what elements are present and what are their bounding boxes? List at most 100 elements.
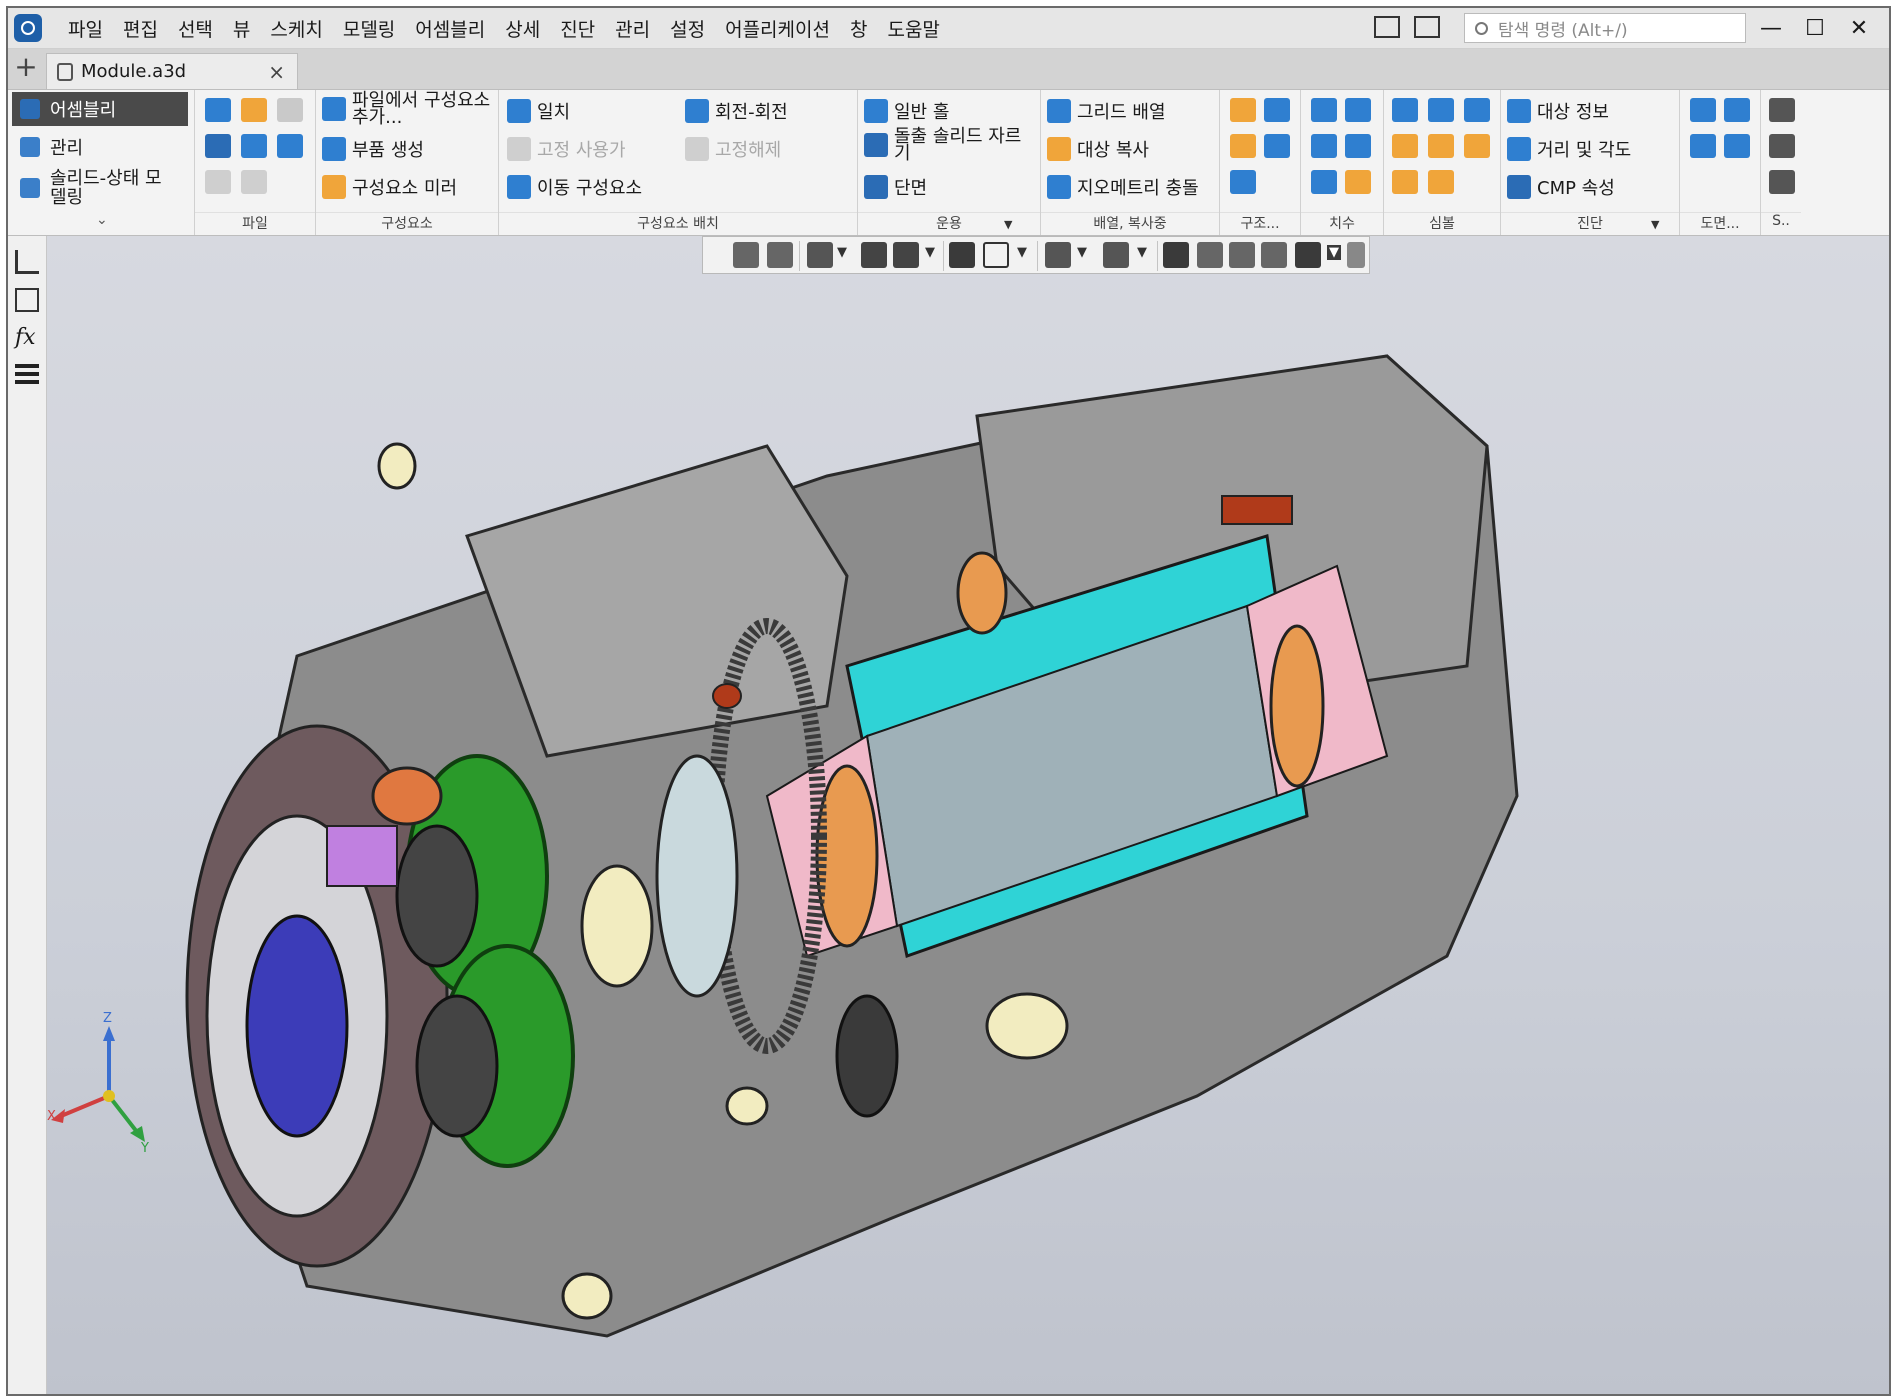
unfix-button[interactable]: 고정해제	[685, 136, 781, 162]
structure-tool-3-icon[interactable]	[1230, 134, 1256, 158]
coincide-button[interactable]: 일치	[507, 98, 570, 124]
symbol-tool-4-icon[interactable]	[1392, 134, 1418, 158]
document-tab[interactable]: Module.a3d ×	[46, 53, 298, 89]
close-button[interactable]: ✕	[1837, 16, 1881, 41]
cmp-properties-icon	[1507, 175, 1531, 199]
copy-object-icon	[1047, 137, 1071, 161]
layout-window-icon[interactable]	[1374, 16, 1400, 38]
open-folder-icon[interactable]	[241, 98, 267, 122]
symbol-tool-2-icon[interactable]	[1428, 98, 1454, 122]
new-tab-button[interactable]: +	[12, 53, 40, 82]
add-component-from-file[interactable]: 파일에서 구성요소 추가...	[322, 92, 494, 127]
fix-use-button[interactable]: 고정 사용가	[507, 136, 626, 162]
dimension-tool-4-icon[interactable]	[1345, 134, 1371, 158]
menu-view[interactable]: 뷰	[223, 15, 260, 42]
drawing-tool-2-icon[interactable]	[1724, 98, 1750, 122]
move-component-button[interactable]: 이동 구성요소	[507, 174, 642, 200]
dimension-tool-1-icon[interactable]	[1311, 98, 1337, 122]
grid-array-button[interactable]: 그리드 배열	[1047, 98, 1166, 124]
dimension-tool-2-icon[interactable]	[1345, 98, 1371, 122]
spec-tool-2-icon[interactable]	[1769, 134, 1795, 158]
axis-x-label: X	[47, 1109, 56, 1124]
structure-tool-1-icon[interactable]	[1230, 98, 1256, 122]
menu-file[interactable]: 파일	[58, 15, 113, 42]
new-document-icon[interactable]	[205, 98, 231, 122]
group-s-label: S..	[1761, 212, 1801, 235]
command-search-box[interactable]: 탐색 명령 (Alt+/)	[1464, 13, 1746, 43]
model-viewport[interactable]: ▼ ▼ ▼ ▼ ▼ ▼ Z X Y	[47, 236, 1889, 1394]
group-symbol-label: 심볼	[1384, 212, 1500, 235]
menu-window[interactable]: 창	[840, 15, 877, 42]
symbol-tool-5-icon[interactable]	[1428, 134, 1454, 158]
save-as-icon[interactable]	[277, 134, 303, 158]
mode-solid-modeling[interactable]: 솔리드-상태 모델링	[12, 166, 188, 210]
preview-icon[interactable]	[241, 134, 267, 158]
drawing-tool-3-icon[interactable]	[1690, 134, 1716, 158]
print-icon[interactable]	[205, 134, 231, 158]
coincide-icon	[507, 99, 531, 123]
extrude-cut-icon	[864, 133, 888, 157]
app-logo-icon[interactable]	[14, 14, 42, 42]
menu-edit[interactable]: 편집	[113, 15, 168, 42]
undo-icon[interactable]	[205, 170, 231, 194]
dimension-tool-6-icon[interactable]	[1345, 170, 1371, 194]
mirror-icon	[322, 175, 346, 199]
group-symbol: 심볼	[1384, 90, 1501, 235]
model-tree-icon[interactable]	[15, 250, 39, 274]
symbol-tool-6-icon[interactable]	[1464, 134, 1490, 158]
mode-manage[interactable]: 관리	[12, 130, 188, 164]
variables-fx-icon[interactable]: fx	[15, 326, 39, 350]
drawing-tool-4-icon[interactable]	[1724, 134, 1750, 158]
structure-tool-2-icon[interactable]	[1264, 98, 1290, 122]
cmp-properties-button[interactable]: CMP 속성	[1507, 174, 1615, 200]
maximize-button[interactable]: ☐	[1793, 16, 1837, 41]
simple-hole-button[interactable]: 일반 홀	[864, 98, 949, 124]
group-file-label: 파일	[195, 212, 315, 235]
close-tab-button[interactable]: ×	[268, 60, 285, 84]
menu-diagnostics[interactable]: 진단	[550, 15, 605, 42]
spec-tool-3-icon[interactable]	[1769, 170, 1795, 194]
symbol-tool-3-icon[interactable]	[1464, 98, 1490, 122]
menu-sketch[interactable]: 스케치	[260, 15, 332, 42]
rotate-icon	[685, 99, 709, 123]
properties-list-icon[interactable]	[15, 288, 39, 312]
structure-tool-5-icon[interactable]	[1230, 170, 1256, 194]
menu-select[interactable]: 선택	[168, 15, 223, 42]
menu-lines-icon[interactable]	[15, 364, 39, 388]
document-tab-strip: + Module.a3d ×	[8, 49, 1889, 90]
menu-manage[interactable]: 관리	[605, 15, 660, 42]
settings-window-icon[interactable]	[1414, 16, 1440, 38]
menu-applications[interactable]: 어플리케이션	[715, 15, 840, 42]
minimize-button[interactable]: —	[1749, 16, 1793, 41]
menu-help[interactable]: 도움말	[877, 15, 949, 42]
collision-icon	[1047, 175, 1071, 199]
distance-angle-button[interactable]: 거리 및 각도	[1507, 136, 1631, 162]
search-placeholder: 탐색 명령 (Alt+/)	[1498, 20, 1628, 41]
section-button[interactable]: 단면	[864, 174, 927, 200]
menu-assembly[interactable]: 어셈블리	[405, 15, 495, 42]
object-info-button[interactable]: 대상 정보	[1507, 98, 1609, 124]
menu-detail[interactable]: 상세	[495, 15, 550, 42]
axis-z-label: Z	[103, 1011, 112, 1026]
symbol-tool-7-icon[interactable]	[1392, 170, 1418, 194]
mode-assembly[interactable]: 어셈블리	[12, 92, 188, 126]
menu-settings[interactable]: 설정	[660, 15, 715, 42]
symbol-tool-8-icon[interactable]	[1428, 170, 1454, 194]
redo-icon[interactable]	[241, 170, 267, 194]
structure-tool-4-icon[interactable]	[1264, 134, 1290, 158]
rotate-rotate-button[interactable]: 회전-회전	[685, 98, 788, 124]
dimension-tool-3-icon[interactable]	[1311, 134, 1337, 158]
mirror-component-button[interactable]: 구성요소 미러	[322, 174, 457, 200]
symbol-tool-1-icon[interactable]	[1392, 98, 1418, 122]
extrude-cut-button[interactable]: 돌출 솔리드 자르기	[864, 128, 1034, 163]
collapse-chevron-icon[interactable]: ⌄	[96, 212, 108, 228]
menu-modeling[interactable]: 모델링	[333, 15, 405, 42]
drawing-tool-1-icon[interactable]	[1690, 98, 1716, 122]
spec-tool-1-icon[interactable]	[1769, 98, 1795, 122]
copy-object-button[interactable]: 대상 복사	[1047, 136, 1149, 162]
collision-button[interactable]: 지오메트리 충돌	[1047, 174, 1199, 200]
create-part-button[interactable]: 부품 생성	[322, 136, 424, 162]
title-bar: 파일 편집 선택 뷰 스케치 모델링 어셈블리 상세 진단 관리 설정 어플리케…	[8, 8, 1889, 49]
save-disabled-icon[interactable]	[277, 98, 303, 122]
dimension-tool-5-icon[interactable]	[1311, 170, 1337, 194]
